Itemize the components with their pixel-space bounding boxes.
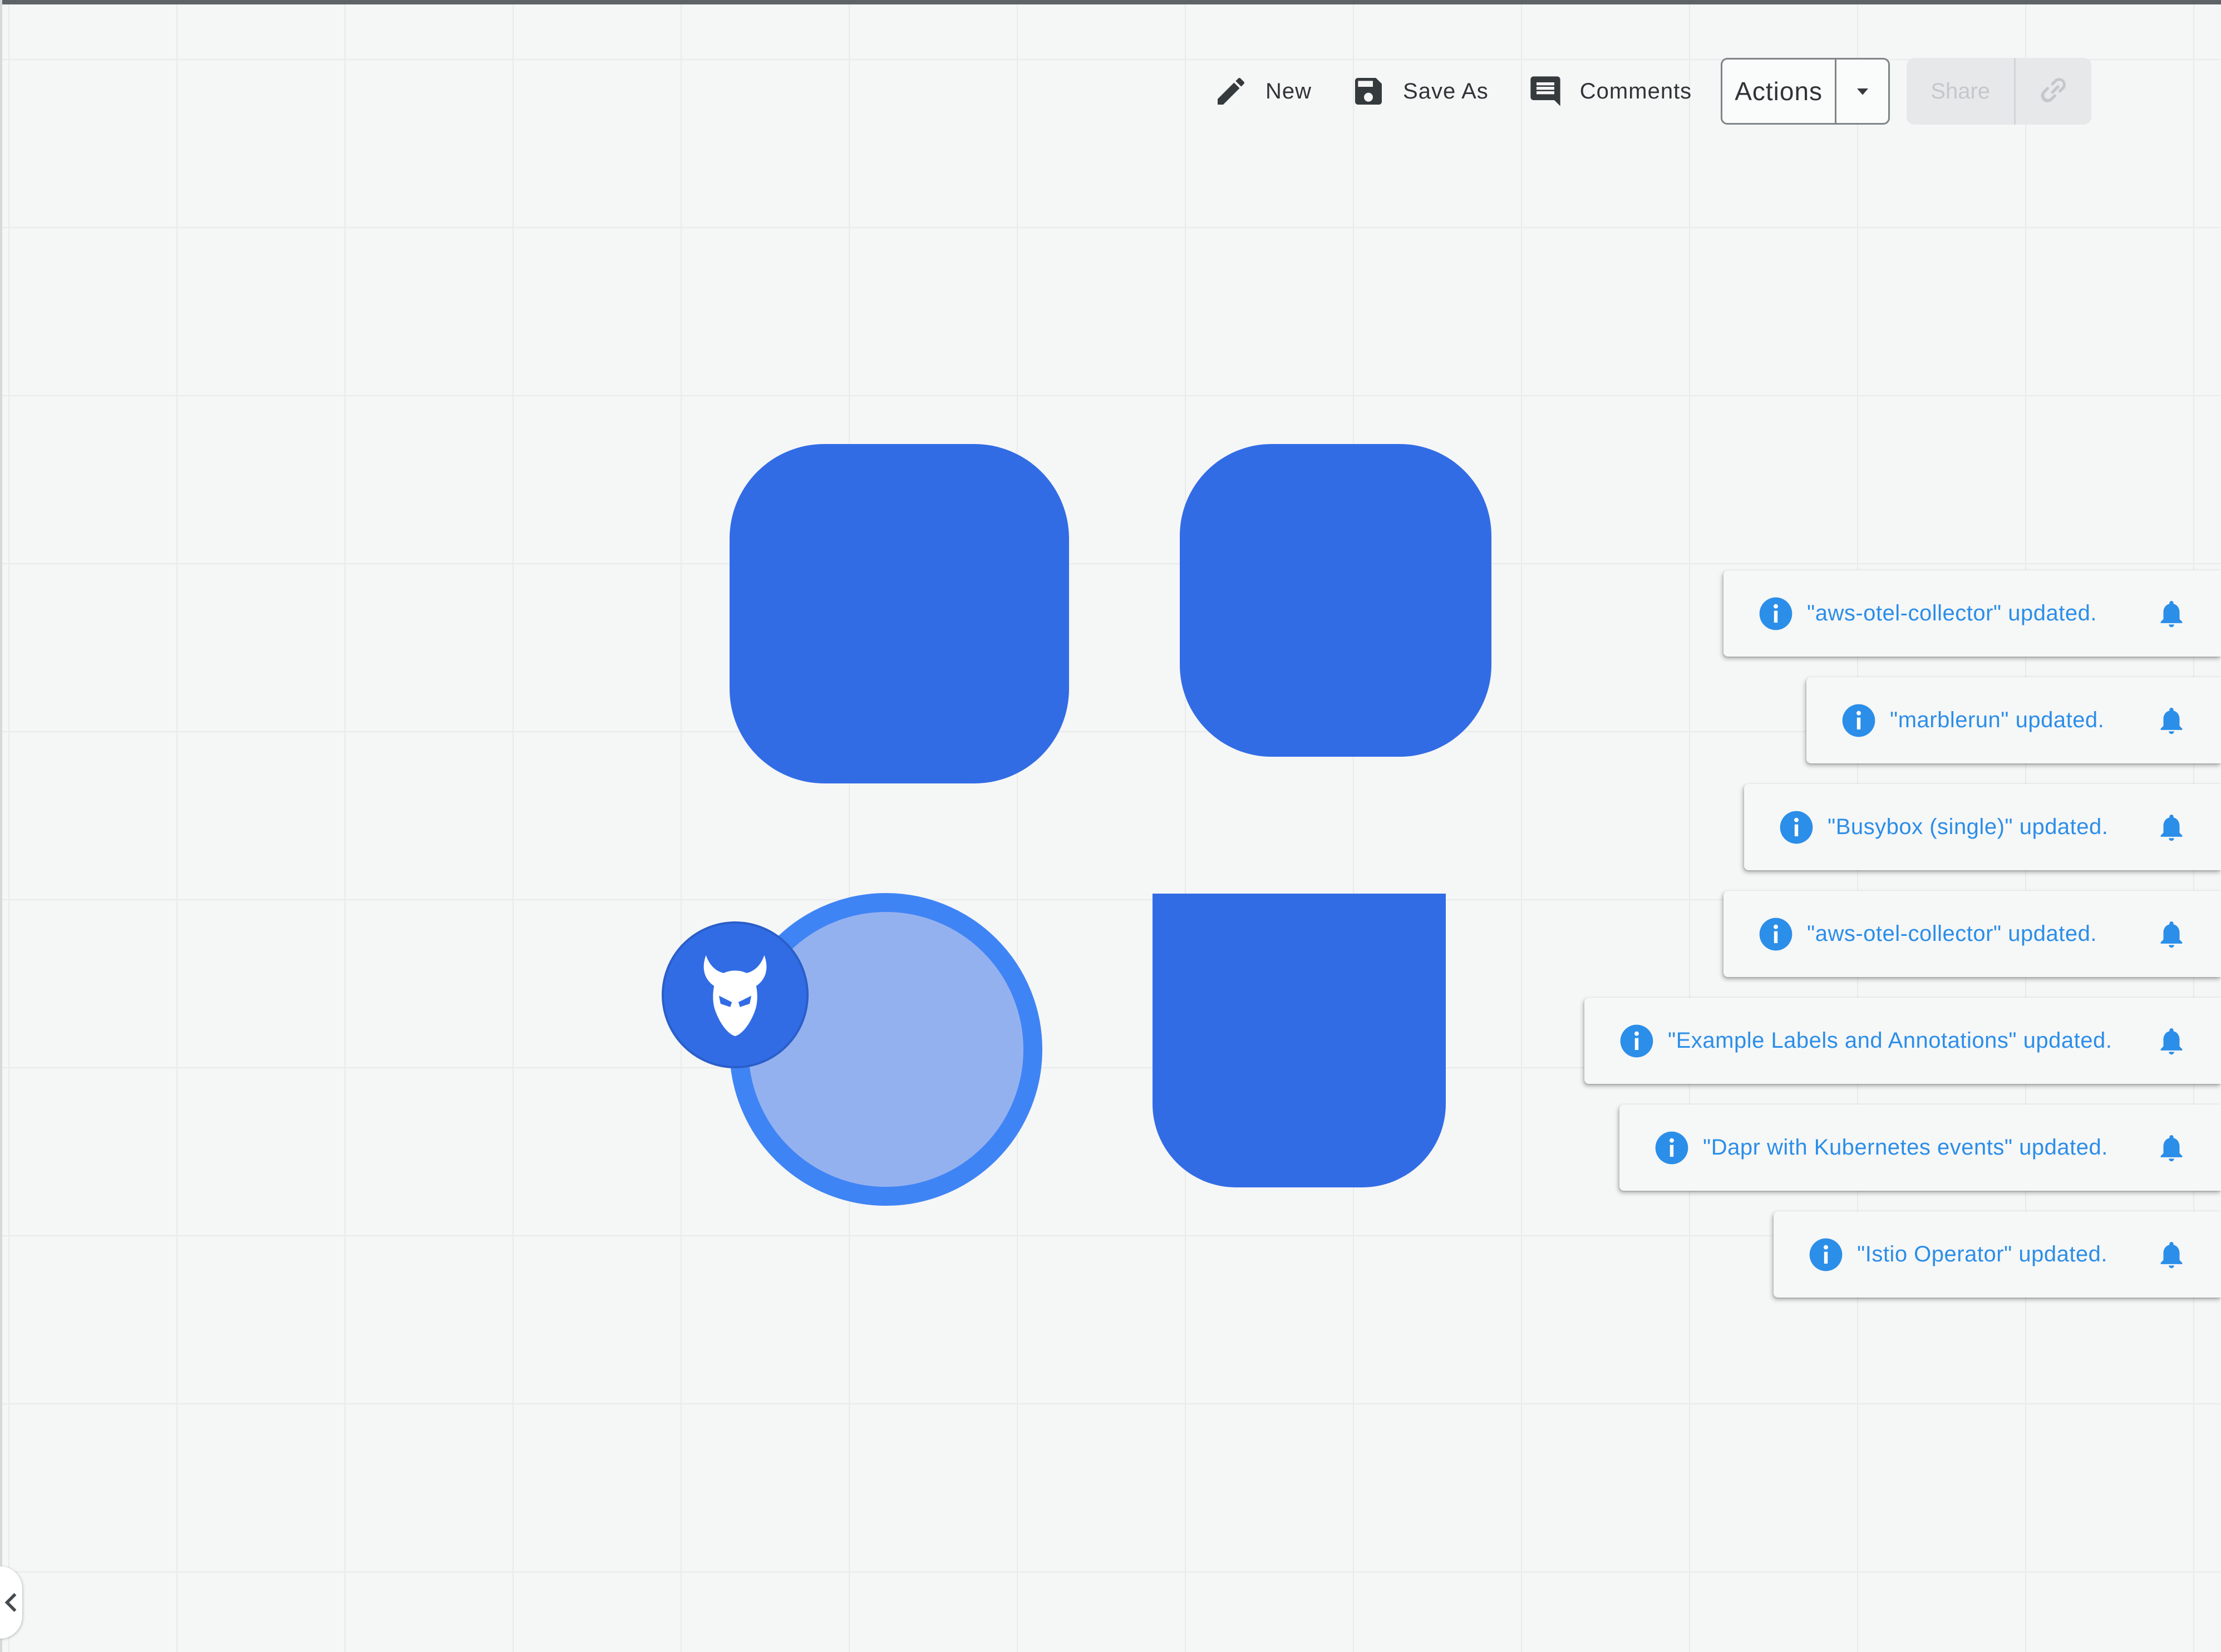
canvas-node-1[interactable]	[730, 444, 1069, 783]
notification-toast[interactable]: "Example Labels and Annotations" updated…	[1584, 998, 2221, 1084]
save-icon	[1355, 78, 1382, 105]
node-badge[interactable]	[662, 921, 809, 1068]
new-label: New	[1265, 78, 1312, 103]
notification-message: "Istio Operator" updated.	[1857, 1242, 2108, 1266]
info-icon	[1759, 597, 1792, 630]
save-as-label: Save As	[1403, 78, 1489, 103]
notification-toast[interactable]: "Dapr with Kubernetes events" updated.	[1619, 1104, 2221, 1191]
pencil-icon	[1218, 77, 1245, 105]
notification-toast[interactable]: "marblerun" updated.	[1806, 677, 2221, 763]
info-icon	[1842, 704, 1875, 737]
actions-dropdown-toggle[interactable]	[1835, 60, 1888, 123]
notification-message: "Dapr with Kubernetes events" updated.	[1703, 1135, 2108, 1160]
comments-label: Comments	[1579, 78, 1692, 103]
link-icon	[2041, 78, 2066, 103]
notification-message: "aws-otel-collector" updated.	[1807, 601, 2097, 625]
bell-icon[interactable]	[2155, 811, 2188, 844]
window-top-border	[0, 0, 2221, 4]
comments-button[interactable]: Comments	[1528, 58, 1692, 125]
info-icon	[1620, 1024, 1653, 1057]
save-as-button[interactable]: Save As	[1351, 58, 1489, 125]
copy-link-button[interactable]	[2016, 58, 2091, 125]
caret-down-icon	[1856, 88, 1868, 95]
info-icon	[1780, 811, 1813, 844]
bell-icon[interactable]	[2155, 1132, 2188, 1164]
chevron-left-icon	[4, 1593, 17, 1612]
notification-message: "Busybox (single)" updated.	[1828, 815, 2109, 839]
info-icon	[1809, 1238, 1843, 1271]
canvas-node-2[interactable]	[1180, 444, 1491, 757]
bell-icon[interactable]	[2155, 918, 2188, 950]
sidebar-toggle[interactable]	[0, 1566, 22, 1639]
actions-button[interactable]: Actions	[1722, 60, 1835, 123]
notification-message: "marblerun" updated.	[1890, 708, 2105, 732]
design-toolbar: New Save As Comments Actions Share	[1213, 58, 2092, 125]
notification-toast[interactable]: "Istio Operator" updated.	[1774, 1211, 2221, 1298]
notification-message: "Example Labels and Annotations" updated…	[1668, 1028, 2112, 1053]
share-button[interactable]: Share	[1907, 58, 2016, 125]
notification-toast[interactable]: "aws-otel-collector" updated.	[1723, 891, 2221, 977]
window-left-border	[0, 0, 2, 1652]
notification-toast[interactable]: "aws-otel-collector" updated.	[1723, 570, 2221, 657]
bell-icon[interactable]	[2155, 1025, 2188, 1057]
canvas-node-4[interactable]	[1153, 894, 1446, 1187]
actions-split-button: Actions	[1721, 58, 1890, 125]
new-button[interactable]: New	[1213, 58, 1312, 125]
notification-message: "aws-otel-collector" updated.	[1807, 921, 2097, 946]
info-icon	[1759, 918, 1792, 950]
info-icon	[1655, 1131, 1688, 1164]
devil-mask-icon	[703, 955, 767, 1037]
bell-icon[interactable]	[2155, 598, 2188, 630]
bell-icon[interactable]	[2155, 704, 2188, 737]
bell-icon[interactable]	[2155, 1239, 2188, 1271]
notification-toast[interactable]: "Busybox (single)" updated.	[1744, 784, 2221, 870]
share-button-group: Share	[1907, 58, 2092, 125]
comment-icon	[1530, 76, 1560, 106]
